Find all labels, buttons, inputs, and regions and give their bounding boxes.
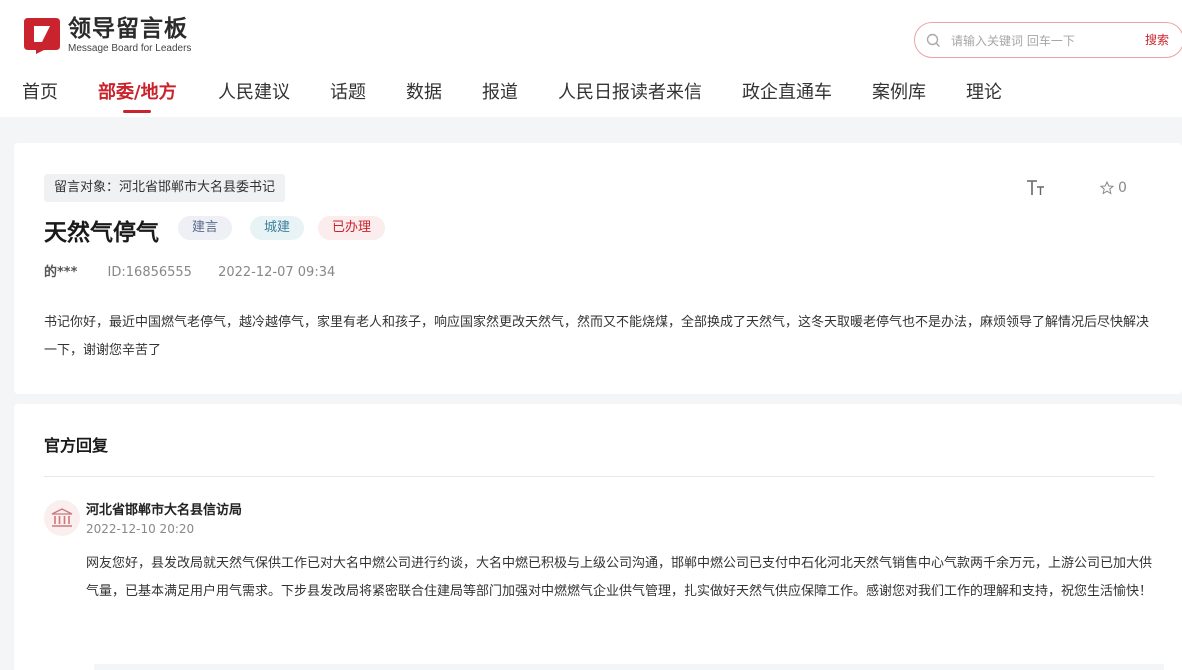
site-logo[interactable]: 领导留言板 Message Board for Leaders [22,16,212,56]
logo-mark-icon [24,18,60,54]
main-nav: 首页 部委/地方 人民建议 话题 数据 报道 人民日报读者来信 政企直通车 案例… [0,78,1182,114]
reply-body: 网友您好，县发改局就天然气保供工作已对大名中燃公司进行约谈，大名中燃已积极与上级… [86,556,1153,599]
message-target: 留言对象：河北省邯郸市大名县委书记 [44,174,286,202]
nav-item-theory[interactable]: 理论 [966,78,1002,104]
reply-org-name: 河北省邯郸市大名县信访局 [86,503,243,518]
favorite-count: 0 [1118,180,1127,196]
logo-title: 领导留言板 [68,16,188,42]
top-header: 领导留言板 Message Board for Leaders 搜索 首页 部委… [0,0,1182,117]
search-button[interactable]: 搜索 [1145,31,1169,48]
search-box: 搜索 [914,22,1182,58]
nav-item-enterprise[interactable]: 政企直通车 [742,78,832,104]
search-icon [926,33,940,47]
nav-active-indicator [123,110,151,113]
nav-item-ministries[interactable]: 部委/地方 [98,78,177,104]
nav-item-data[interactable]: 数据 [406,78,442,104]
tag-urban-badge: 城建 [250,216,305,240]
search-input[interactable] [951,30,1131,52]
nav-item-home[interactable]: 首页 [22,78,58,104]
status-badge: 已办理 [318,216,386,240]
font-size-icon[interactable] [1026,179,1046,197]
message-card: 留言对象：河北省邯郸市大名县委书记 0 天然气停气 建言 城建 已办理 的***… [14,143,1182,394]
reply-heading: 官方回复 [44,436,109,455]
government-building-icon [51,508,73,527]
message-author: 的*** [44,265,78,280]
message-meta: 的*** ID:16856555 2022-12-07 09:34 [44,261,357,280]
message-time: 2022-12-07 09:34 [218,265,336,280]
logo-subtitle: Message Board for Leaders [68,43,192,54]
official-reply-card: 官方回复 河北省邯郸市大名县信访局 2022-12-10 20:20 网友您好，… [14,404,1182,670]
avatar [44,500,80,536]
message-id: ID:16856555 [107,265,192,280]
divider [44,476,1154,477]
section-separator [94,664,1164,670]
tag-suggestion-badge: 建言 [178,216,233,240]
nav-item-suggestions[interactable]: 人民建议 [218,78,290,104]
nav-item-topics[interactable]: 话题 [330,78,366,104]
star-icon [1100,181,1114,195]
message-title: 天然气停气 [44,220,159,246]
nav-item-cases[interactable]: 案例库 [872,78,926,104]
nav-item-reports[interactable]: 报道 [482,78,518,104]
reply-time: 2022-12-10 20:20 [86,522,195,536]
nav-item-letters[interactable]: 人民日报读者来信 [558,78,702,104]
message-body: 书记你好，最近中国燃气老停气，越冷越停气，家里有老人和孩子，响应国家然更改天然气… [44,315,1150,358]
favorite-button[interactable]: 0 [1100,180,1127,196]
